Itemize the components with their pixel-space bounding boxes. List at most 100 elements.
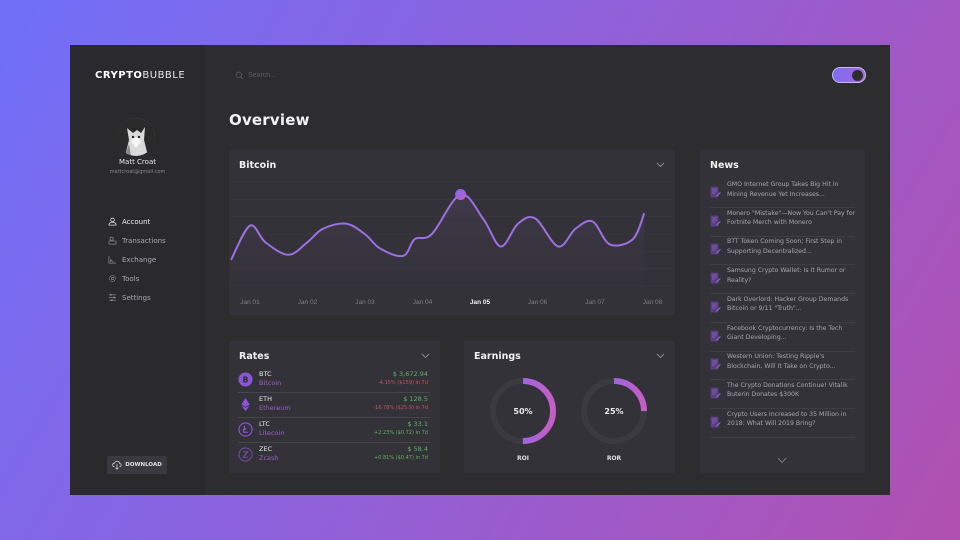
news-item[interactable]: Facebook Cryptocurrency: Is the Tech Gia… [710, 324, 855, 352]
bitcoin-chart[interactable]: Jan 01 Jan 02 Jan 03 Jan 04 Jan 05 Jan 06 Jan … [229, 150, 675, 315]
news-headline: The Crypto Donations Continue! Vitalik B… [727, 381, 848, 399]
article-icon [710, 298, 721, 313]
gear-icon [108, 274, 117, 283]
x-tick-label[interactable]: Jan 03 [355, 299, 375, 306]
x-tick-label[interactable]: Jan 07 [585, 299, 605, 306]
news-headline: Facebook Cryptocurrency: Is the Tech Gia… [727, 324, 843, 342]
news-item[interactable]: Crypto Users Increased to 35 Million in … [710, 410, 855, 438]
news-item[interactable]: GMO Internet Group Takes Big Hit in Mini… [710, 180, 855, 208]
rate-row-zec[interactable]: ZEC Zcash $ 58.4 +0.81% ($0.47) in 7d [238, 443, 430, 468]
brand-logo-bold: CRYPTO [95, 70, 143, 81]
coin-price: $ 3,672.94 [392, 370, 428, 378]
rate-row-btc[interactable]: B BTC Bitcoin $ 3,672.94 -4.15% ($159) i… [238, 368, 430, 393]
user-email: mattcroat@gmail.com [109, 169, 166, 175]
coin-name: Ethereum [259, 404, 291, 412]
sidebar-item-account[interactable]: Account [108, 212, 166, 231]
article-icon [710, 240, 721, 255]
news-item[interactable]: Monero "Mistake"—Now You Can't Pay for F… [710, 209, 855, 237]
coin-symbol: ETH [259, 395, 272, 403]
coin-change: -4.15% ($159) in 7d [378, 380, 428, 386]
sidebar-item-label: Tools [122, 274, 140, 283]
coin-change: +0.81% ($0.47) in 7d [374, 455, 428, 461]
x-tick-label[interactable]: Jan 05 [470, 299, 491, 306]
rate-row-ltc[interactable]: LTC Litecoin $ 33.1 +2.23% ($0.72) in 7d [238, 418, 430, 443]
gauge-label: ROR [606, 455, 622, 462]
news-item[interactable]: Western Union: Testing Ripple's Blockcha… [710, 352, 855, 381]
earnings-card: Earnings 50% ROI 25% ROR [464, 341, 675, 473]
news-item[interactable]: Dark Overlord: Hacker Group Demands Bitc… [710, 295, 855, 323]
chevron-down-icon[interactable] [777, 457, 787, 464]
chart-highlight-point[interactable] [455, 188, 467, 200]
search-bar[interactable] [235, 67, 385, 83]
sidebar-item-label: Account [122, 217, 151, 226]
news-item[interactable]: BTT Token Coming Soon; First Step in Sup… [710, 237, 855, 266]
rates-card-title: Rates [239, 351, 270, 362]
news-headline: Monero "Mistake"—Now You Can't Pay for F… [727, 209, 856, 227]
sliders-icon [108, 293, 117, 302]
news-item[interactable]: The Crypto Donations Continue! Vitalik B… [710, 381, 855, 409]
chevron-down-icon[interactable] [421, 353, 430, 359]
coin-price: $ 33.1 [407, 420, 428, 428]
theme-toggle[interactable] [832, 67, 866, 83]
rates-card: Rates B BTC Bitcoin $ 3,672.94 -4.15% ($… [229, 341, 440, 473]
user-icon [108, 217, 117, 226]
news-headline: Dark Overlord: Hacker Group Demands Bitc… [727, 295, 849, 313]
article-icon [710, 413, 721, 428]
x-tick-label[interactable]: Jan 02 [298, 299, 318, 306]
page-title: Overview [229, 111, 310, 129]
sidebar-item-exchange[interactable]: Exchange [108, 250, 166, 269]
chart-area [231, 194, 645, 286]
x-tick-label[interactable]: Jan 01 [240, 299, 260, 306]
x-tick-label[interactable]: Jan 06 [528, 299, 548, 306]
zcash-icon [238, 447, 253, 462]
litecoin-icon [238, 422, 253, 437]
coin-price: $ 58.4 [407, 445, 428, 453]
roi-gauge: 50% [487, 375, 559, 447]
news-headline: GMO Internet Group Takes Big Hit in Mini… [727, 181, 839, 198]
x-tick-label[interactable]: Jan 04 [413, 299, 433, 306]
x-tick-label[interactable]: Jan 08 [643, 299, 663, 306]
sidebar-item-label: Settings [122, 293, 151, 302]
news-item[interactable]: Samsung Crypto Wallet: Is It Rumor or Re… [710, 266, 855, 295]
chevron-down-icon[interactable] [656, 353, 665, 359]
earnings-card-title: Earnings [474, 351, 521, 362]
sidebar-item-tools[interactable]: Tools [108, 269, 166, 288]
bitcoin-card: Bitcoin Jan 01 Jan 02 Jan 03 Jan 04 Jan … [229, 150, 675, 315]
article-icon [710, 183, 721, 198]
coin-name: Bitcoin [259, 379, 282, 387]
news-headline: Samsung Crypto Wallet: Is It Rumor or Re… [727, 267, 846, 284]
avatar[interactable] [117, 118, 155, 156]
rate-row-eth[interactable]: ETH Ethereum $ 128.5 -16.78% ($25.9) in … [238, 393, 430, 418]
article-icon [710, 212, 721, 227]
brand-logo[interactable]: CRYPTOBUBBLE [95, 70, 185, 81]
article-icon [710, 355, 721, 370]
toggle-knob [852, 69, 863, 81]
user-name: Matt Croat [119, 158, 156, 166]
article-icon [710, 384, 721, 399]
search-input[interactable] [248, 71, 368, 79]
news-headline: Western Union: Testing Ripple's Blockcha… [727, 353, 836, 370]
coin-symbol: BTC [259, 370, 272, 378]
article-icon [710, 327, 721, 341]
news-headline: BTT Token Coming Soon; First Step in Sup… [727, 238, 843, 255]
download-button[interactable]: DOWNLOAD [107, 456, 167, 474]
coin-change: +2.23% ($0.72) in 7d [374, 430, 428, 436]
coin-name: Zcash [259, 454, 279, 462]
sidebar-item-label: Exchange [122, 255, 157, 264]
sidebar-item-settings[interactable]: Settings [108, 288, 166, 307]
sidebar-item-label: Transactions [122, 236, 166, 245]
gauge-value: 25% [604, 406, 624, 416]
svg-text:B: B [243, 375, 249, 384]
sidebar-nav: Account Transactions Exchange Tools Sett… [108, 212, 166, 307]
ror-gauge: 25% [578, 375, 650, 447]
coin-change: -16.78% ($25.9) in 7d [373, 405, 428, 411]
sidebar-item-transactions[interactable]: Transactions [108, 231, 166, 250]
coin-name: Litecoin [259, 429, 285, 437]
exchange-icon [108, 255, 117, 264]
news-card: News GMO Internet Group Takes Big Hit in… [700, 150, 865, 473]
app-window: CRYPTOBUBBLE Matt Croat mattcroat@gmail.… [70, 45, 890, 495]
news-headline: Crypto Users Increased to 35 Million in … [727, 410, 847, 428]
coin-symbol: LTC [259, 420, 270, 428]
gauge-label: ROI [517, 455, 529, 462]
news-card-title: News [710, 160, 739, 171]
